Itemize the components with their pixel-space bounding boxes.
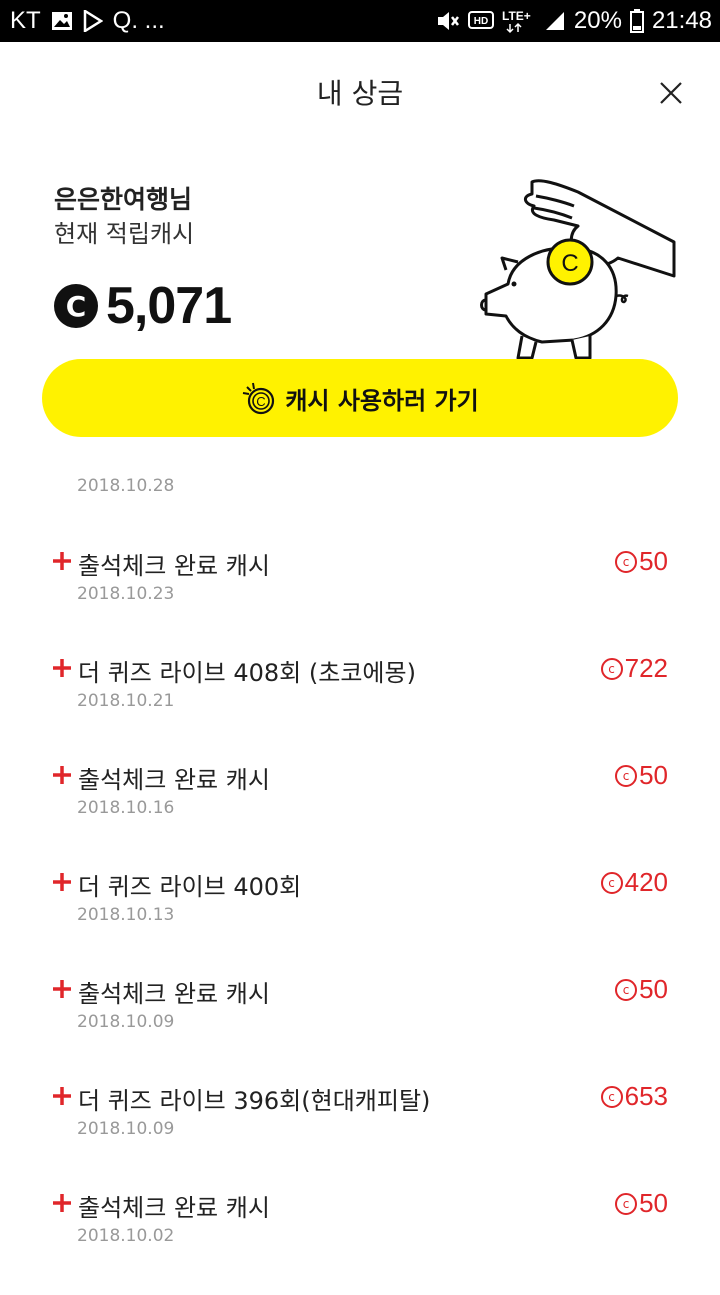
coin-icon: c	[615, 978, 638, 1001]
item-date: 2018.10.13	[77, 905, 175, 925]
list-item: 출석체크 완료 캐시 2018.10.02 c 50	[0, 1188, 720, 1295]
notification-extra: Q. ...	[112, 7, 165, 34]
battery-percent: 20%	[573, 7, 622, 34]
item-amount: c 420	[600, 867, 668, 898]
item-title: 더 퀴즈 라이브 396회(현대캐피탈)	[78, 1087, 431, 1115]
coin-icon: c	[600, 871, 623, 894]
page-title: 내 상금	[316, 77, 404, 110]
list-item: 출석체크 완료 캐시 2018.10.09 c 50	[0, 974, 720, 1081]
coin-icon: c	[615, 764, 638, 787]
signal-icon	[544, 10, 566, 32]
piggy-bank-illustration: C	[480, 179, 676, 360]
svg-text:LTE+: LTE+	[502, 9, 531, 23]
item-title: 더 퀴즈 라이브 400회	[78, 873, 302, 901]
plus-icon	[53, 1087, 71, 1105]
amount-value: 50	[639, 974, 668, 1004]
item-date: 2018.10.09	[77, 1119, 175, 1139]
list-item: 출석체크 완료 캐시 2018.10.23 c 50	[0, 546, 720, 653]
coin-icon: c	[600, 1085, 623, 1108]
close-icon	[660, 82, 682, 104]
svg-text:HD: HD	[474, 16, 488, 27]
history-date: 2018.10.28	[77, 476, 175, 496]
svg-text:C: C	[561, 250, 578, 277]
item-amount: c 50	[615, 974, 668, 1005]
item-title: 출석체크 완료 캐시	[78, 980, 270, 1008]
list-item: 더 퀴즈 라이브 408회 (초코에몽) 2018.10.21 c 722	[0, 653, 720, 760]
item-date: 2018.10.23	[77, 584, 175, 604]
amount-value: 653	[624, 1081, 668, 1111]
user-name: 은은한여행님	[54, 185, 193, 214]
item-amount: c 722	[600, 653, 668, 684]
use-cash-button[interactable]: C 캐시 사용하러 가기	[42, 359, 678, 437]
coin-icon: c	[600, 657, 623, 680]
lte-icon: LTE+	[502, 8, 536, 34]
item-date: 2018.10.09	[77, 1012, 175, 1032]
item-amount: c 50	[615, 1188, 668, 1219]
coin-icon: c	[615, 1192, 638, 1215]
battery-icon	[629, 9, 644, 33]
amount-value: 722	[624, 653, 668, 683]
balance-value: 5,071	[106, 277, 232, 335]
item-title: 출석체크 완료 캐시	[78, 766, 270, 794]
gallery-icon	[51, 11, 73, 31]
amount-value: 50	[639, 1188, 668, 1218]
coin-icon: C	[54, 284, 98, 328]
play-store-icon	[83, 10, 103, 32]
amount-value: 50	[639, 546, 668, 576]
coin-icon: C	[243, 382, 275, 415]
list-item: 더 퀴즈 라이브 396회(현대캐피탈) 2018.10.09 c 653	[0, 1081, 720, 1188]
item-date: 2018.10.21	[77, 691, 175, 711]
plus-icon	[53, 980, 71, 998]
plus-icon	[53, 1194, 71, 1212]
item-title: 출석체크 완료 캐시	[78, 552, 270, 580]
item-amount: c 50	[615, 760, 668, 791]
current-cash-label: 현재 적립캐시	[54, 220, 195, 248]
carrier-label: KT	[10, 7, 41, 34]
amount-value: 420	[624, 867, 668, 897]
status-bar: KT Q. ... HD LTE+ 20% 21:48	[0, 0, 720, 42]
plus-icon	[53, 659, 71, 677]
item-date: 2018.10.16	[77, 798, 175, 818]
hd-icon: HD	[467, 10, 494, 32]
plus-icon	[53, 873, 71, 891]
item-date: 2018.10.02	[77, 1226, 175, 1246]
list-item: 더 퀴즈 라이브 400회 2018.10.13 c 420	[0, 867, 720, 974]
cash-history-list: 출석체크 완료 캐시 2018.10.23 c 50 더 퀴즈 라이브 408회 …	[0, 546, 720, 1295]
svg-text:C: C	[257, 394, 266, 409]
list-item: 출석체크 완료 캐시 2018.10.16 c 50	[0, 760, 720, 867]
close-button[interactable]	[656, 78, 686, 108]
header: 내 상금	[0, 42, 720, 142]
item-amount: c 653	[600, 1081, 668, 1112]
mute-icon	[436, 10, 460, 32]
use-cash-label: 캐시 사용하러 가기	[285, 386, 479, 415]
clock: 21:48	[651, 7, 712, 34]
item-title: 출석체크 완료 캐시	[78, 1194, 270, 1222]
coin-icon: c	[615, 550, 638, 573]
cash-balance: C 5,071	[54, 276, 232, 336]
plus-icon	[53, 766, 71, 784]
item-amount: c 50	[615, 546, 668, 577]
amount-value: 50	[639, 760, 668, 790]
item-title: 더 퀴즈 라이브 408회 (초코에몽)	[78, 659, 416, 687]
plus-icon	[53, 552, 71, 570]
